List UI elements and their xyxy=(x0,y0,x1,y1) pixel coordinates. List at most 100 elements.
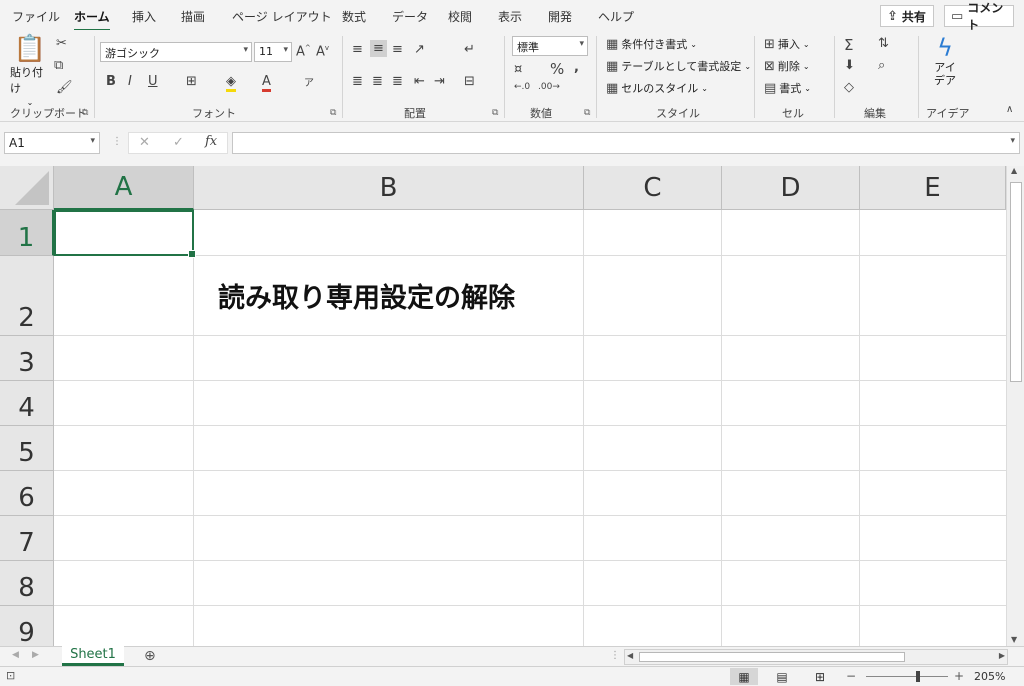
normal-view-button[interactable]: ▦ xyxy=(730,668,758,685)
align-left-icon[interactable]: ≣ xyxy=(352,74,363,89)
enter-icon[interactable]: ✓ xyxy=(173,135,184,150)
zoom-slider[interactable] xyxy=(866,676,948,677)
horizontal-scroll-thumb[interactable] xyxy=(639,652,905,662)
fill-color-icon[interactable]: ◈ xyxy=(226,74,236,92)
tab-page-layout[interactable]: ページ レイアウト xyxy=(232,8,332,25)
italic-button[interactable]: I xyxy=(128,74,132,89)
macro-record-icon[interactable]: ⊡ xyxy=(6,669,15,682)
decrease-indent-icon[interactable]: ⇤ xyxy=(414,74,425,89)
merge-center-icon[interactable]: ⊟ xyxy=(464,74,475,89)
align-top-icon[interactable]: ≡ xyxy=(352,42,363,57)
row-header-5[interactable]: 5 xyxy=(0,426,54,471)
font-size-select[interactable]: 11 ▾ xyxy=(254,42,292,62)
tab-formulas[interactable]: 数式 xyxy=(342,8,366,25)
orientation-icon[interactable]: ↗ xyxy=(414,42,425,57)
decrease-font-icon[interactable]: Av xyxy=(316,44,329,59)
row-header-9[interactable]: 9 xyxy=(0,606,54,646)
alignment-launcher-icon[interactable]: ⧉ xyxy=(492,108,498,118)
name-box[interactable]: A1 ▾ xyxy=(4,132,100,154)
increase-font-icon[interactable]: A^ xyxy=(296,44,311,59)
scroll-up-icon[interactable]: ▲ xyxy=(1011,166,1017,175)
delete-cells-button[interactable]: ⊠ 削除 ⌄ xyxy=(764,58,810,74)
tab-help[interactable]: ヘルプ xyxy=(598,8,634,25)
font-launcher-icon[interactable]: ⧉ xyxy=(330,108,336,118)
zoom-slider-knob[interactable] xyxy=(916,671,920,682)
tab-review[interactable]: 校閲 xyxy=(448,8,472,25)
split-handle-icon[interactable]: ⋮ xyxy=(610,650,620,661)
number-format-select[interactable]: 標準 ▾ xyxy=(512,36,588,56)
ideas-button[interactable]: ϟ アイ デア xyxy=(928,36,962,87)
scroll-down-icon[interactable]: ▼ xyxy=(1011,635,1017,644)
insert-function-button[interactable]: fx xyxy=(205,134,217,149)
format-cells-button[interactable]: ▤ 書式 ⌄ xyxy=(764,80,811,96)
font-name-select[interactable]: 游ゴシック ▾ xyxy=(100,42,252,62)
cut-icon[interactable]: ✂ xyxy=(56,36,67,51)
underline-button[interactable]: U xyxy=(148,74,158,89)
tab-file[interactable]: ファイル xyxy=(12,8,60,25)
autosum-icon[interactable]: Σ xyxy=(844,36,853,54)
tab-data[interactable]: データ xyxy=(392,8,428,25)
select-all-button[interactable] xyxy=(0,166,54,210)
format-as-table-button[interactable]: ▦ テーブルとして書式設定 ⌄ xyxy=(606,58,751,74)
row-header-4[interactable]: 4 xyxy=(0,381,54,426)
row-header-1[interactable]: 1 xyxy=(0,210,54,256)
comments-button[interactable]: ▭ コメント xyxy=(944,1,1014,32)
comma-icon[interactable]: , xyxy=(574,60,579,75)
collapse-ribbon-icon[interactable]: ∧ xyxy=(1006,104,1013,115)
fill-icon[interactable]: ⬇ xyxy=(844,58,855,73)
tab-view[interactable]: 表示 xyxy=(498,8,522,25)
row-header-6[interactable]: 6 xyxy=(0,471,54,516)
add-sheet-icon[interactable]: ⊕ xyxy=(144,648,156,664)
increase-decimal-icon[interactable]: ←.0 xyxy=(514,82,530,92)
paste-button[interactable]: 📋 貼り付け ⌄ xyxy=(10,36,50,107)
column-header-b[interactable]: B xyxy=(194,166,584,210)
clipboard-launcher-icon[interactable]: ⧉ xyxy=(82,108,88,118)
zoom-level[interactable]: 205% xyxy=(974,670,1005,683)
clear-icon[interactable]: ◇ xyxy=(844,80,854,95)
increase-indent-icon[interactable]: ⇥ xyxy=(434,74,445,89)
next-sheet-icon[interactable]: ▶ xyxy=(32,650,39,660)
formula-input[interactable]: ▾ xyxy=(232,132,1020,154)
column-header-e[interactable]: E xyxy=(860,166,1006,210)
align-bottom-icon[interactable]: ≡ xyxy=(392,42,403,57)
percent-icon[interactable]: % xyxy=(550,60,564,78)
font-color-icon[interactable]: A xyxy=(262,74,271,92)
spreadsheet-grid[interactable]: A B C D E 1 2 3 4 5 6 7 8 9 読み取り専用設定の解除 xyxy=(0,166,1006,646)
decrease-decimal-icon[interactable]: .00→ xyxy=(538,82,560,92)
page-layout-view-button[interactable]: ▤ xyxy=(768,668,796,685)
vertical-scrollbar[interactable]: ▲ ▼ xyxy=(1006,166,1024,646)
row-header-7[interactable]: 7 xyxy=(0,516,54,561)
scroll-left-icon[interactable]: ◀ xyxy=(627,651,633,660)
row-header-3[interactable]: 3 xyxy=(0,336,54,381)
copy-icon[interactable]: ⧉ xyxy=(54,58,63,73)
expand-formula-icon[interactable]: ▾ xyxy=(1010,136,1015,146)
cell-styles-button[interactable]: ▦ セルのスタイル ⌄ xyxy=(606,80,708,96)
tab-draw[interactable]: 描画 xyxy=(181,8,205,25)
column-header-c[interactable]: C xyxy=(584,166,722,210)
currency-icon[interactable]: ¤ xyxy=(514,62,522,77)
insert-cells-button[interactable]: ⊞ 挿入 ⌄ xyxy=(764,36,810,52)
tab-home[interactable]: ホーム xyxy=(74,8,110,32)
page-break-view-button[interactable]: ⊞ xyxy=(806,668,834,685)
border-icon[interactable]: ⊞ xyxy=(186,74,197,89)
number-launcher-icon[interactable]: ⧉ xyxy=(584,108,590,118)
column-header-a[interactable]: A xyxy=(54,166,194,210)
prev-sheet-icon[interactable]: ◀ xyxy=(12,650,19,660)
cancel-icon[interactable]: ✕ xyxy=(139,135,150,150)
conditional-formatting-button[interactable]: ▦ 条件付き書式 ⌄ xyxy=(606,36,697,52)
format-painter-icon[interactable]: 🖌 xyxy=(56,80,73,95)
cell-b2[interactable]: 読み取り専用設定の解除 xyxy=(218,276,515,315)
vertical-scroll-thumb[interactable] xyxy=(1010,182,1022,382)
wrap-text-icon[interactable]: ↵ xyxy=(464,42,475,57)
phonetic-icon[interactable]: ア xyxy=(304,74,314,89)
row-header-8[interactable]: 8 xyxy=(0,561,54,606)
tab-developer[interactable]: 開発 xyxy=(548,8,572,25)
column-header-d[interactable]: D xyxy=(722,166,860,210)
row-header-2[interactable]: 2 xyxy=(0,256,54,336)
sheet-tab[interactable]: Sheet1 xyxy=(62,646,124,666)
find-select-icon[interactable]: ⌕ xyxy=(878,58,885,73)
active-cell-a1[interactable] xyxy=(54,210,196,258)
zoom-in-icon[interactable]: + xyxy=(954,669,964,683)
scroll-right-icon[interactable]: ▶ xyxy=(999,651,1005,660)
zoom-out-icon[interactable]: − xyxy=(846,669,856,683)
